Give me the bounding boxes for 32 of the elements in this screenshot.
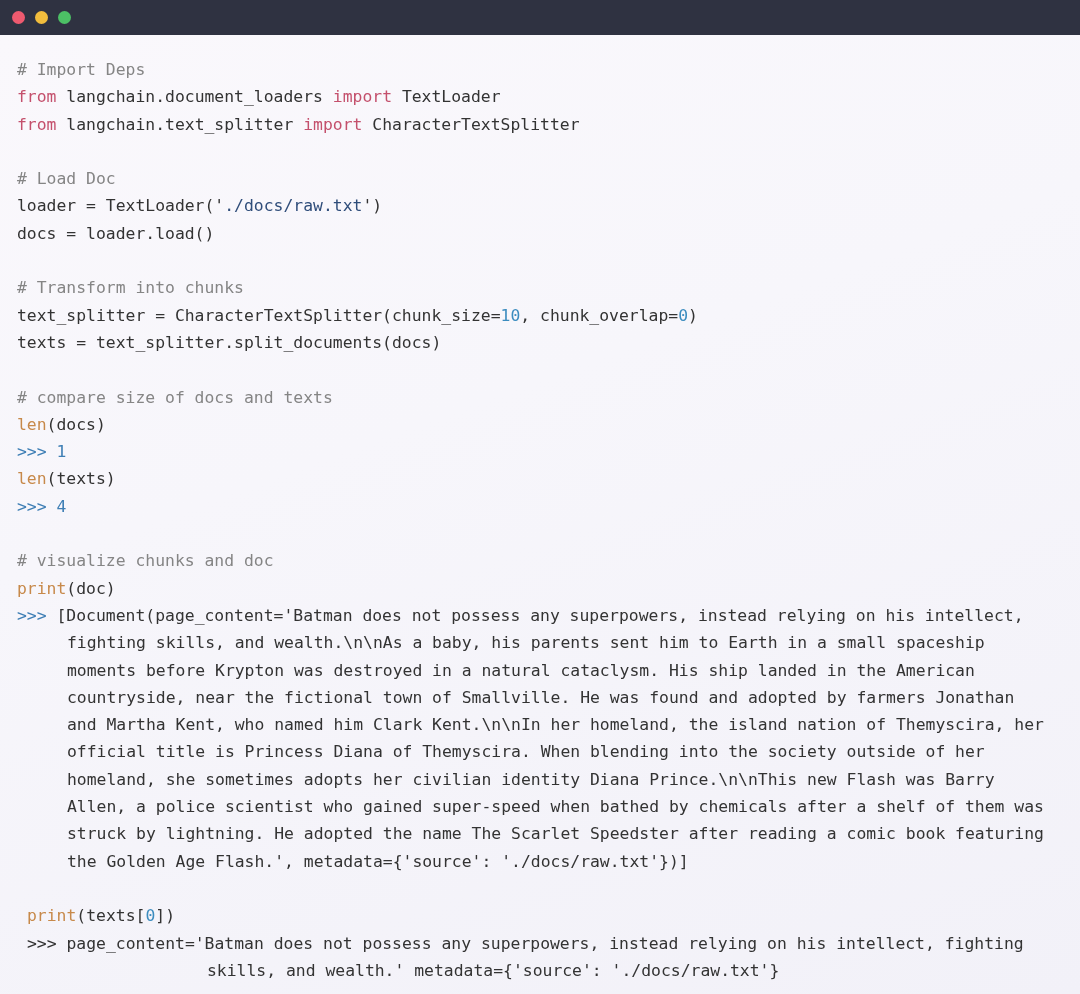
code-line: print(doc) (17, 577, 116, 600)
code-line: fighting skills, and wealth.\n\nAs a baby, his parents sent him to Earth in a small spaceship (67, 632, 985, 655)
code-line: # Transform into chunks (17, 277, 244, 300)
code-line: Allen, a police scientist who gained super-speed when bathed by chemicals after a shelf of them was (67, 796, 1044, 818)
code-line: len(docs) (17, 413, 106, 436)
code-line: from langchain.text_splitter import CharacterTextSplitter (17, 113, 580, 136)
code-line: the Golden Age Flash.', metadata={'source': './docs/raw.txt'})] (67, 850, 689, 873)
code-line: texts = text_splitter.split_documents(docs) (17, 331, 442, 354)
code-line: >>> [Document(page_content='Batman does not possess any superpowers, instead relying on his intellect, (17, 604, 1024, 627)
code-line: # Import Deps (17, 59, 146, 81)
close-button[interactable] (12, 11, 25, 24)
minimize-button[interactable] (35, 11, 48, 24)
zoom-button[interactable] (58, 11, 71, 24)
code-line: skills, and wealth.' metadata={'source': './docs/raw.txt'} (207, 959, 780, 982)
code-line: >>> 1 (17, 441, 67, 464)
code-line: moments before Krypton was destroyed in a natural cataclysm. His ship landed in the American (67, 659, 975, 682)
code-line: homeland, she sometimes adopts her civilian identity Diana Prince.\n\nThis new Flash was Barry (67, 768, 995, 791)
code-line: countryside, near the fictional town of Smallville. He was found and adopted by farmers Jonathan (67, 686, 1015, 709)
code-line: len(texts) (17, 468, 116, 491)
code-line: and Martha Kent, who named him Clark Kent.\n\nIn her homeland, the island nation of Themyscira, her (67, 714, 1044, 737)
code-line: print(texts[0]) (27, 905, 176, 928)
code-line: official title is Princess Diana of Themyscira. When blending into the society outside of her (67, 741, 985, 764)
code-line: loader = TextLoader('./docs/raw.txt') (17, 195, 383, 218)
code-line: from langchain.document_loaders import TextLoader (17, 86, 501, 109)
code-line: # visualize chunks and doc (17, 550, 274, 573)
code-line: text_splitter = CharacterTextSplitter(chunk_size=10, chunk_overlap=0) (17, 304, 698, 327)
code-line: docs = loader.load() (17, 222, 215, 245)
code-line: # compare size of docs and texts (17, 386, 333, 409)
code-line: >>> 4 (17, 495, 67, 518)
code-line: struck by lightning. He adopted the name The Scarlet Speedster after reading a comic book featuring (67, 823, 1044, 846)
code-line: # Load Doc (17, 168, 116, 191)
code-line: >>> page_content='Batman does not possess any superpowers, instead relying on his intellect, fighting (27, 932, 1024, 955)
